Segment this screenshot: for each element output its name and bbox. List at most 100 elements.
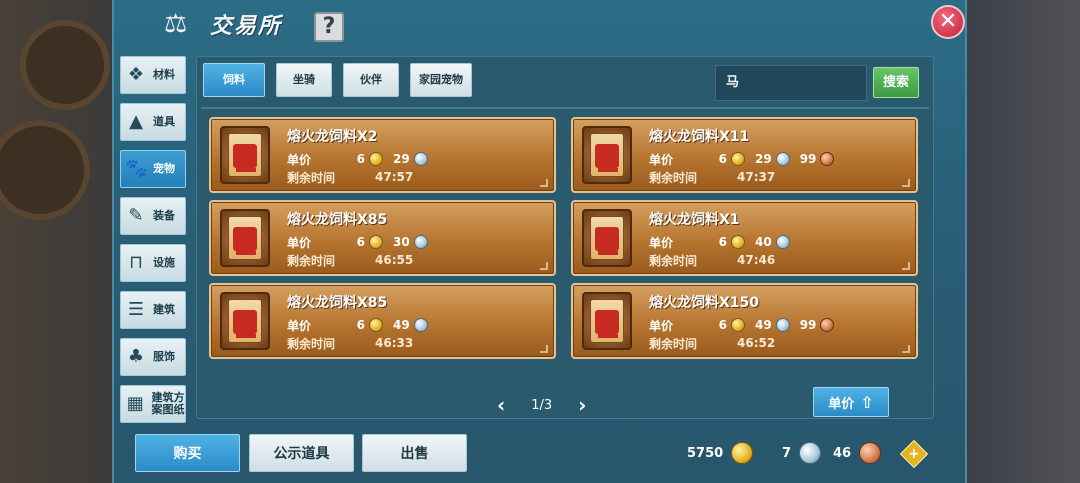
copper-balance: 46 (833, 442, 882, 464)
listing-card[interactable]: 熔火龙饲料X2 单价 6 29 剩余时间 47:57 (209, 117, 556, 193)
price-row: 单价 6 30 (287, 233, 428, 251)
next-page-icon[interactable]: › (578, 393, 586, 417)
tab-partner[interactable]: 伙伴 (343, 63, 399, 97)
item-name: 熔火龙饲料X1 (649, 212, 740, 228)
sidebar-item-label: 道具 (153, 115, 175, 128)
corner-mark (902, 179, 910, 187)
feed-bag-icon (582, 126, 632, 184)
feed-bag-icon (220, 126, 270, 184)
sort-by-price-button[interactable]: 单价 ⇧ (813, 387, 889, 417)
price-label: 单价 (649, 152, 674, 167)
sidebar-item-building[interactable]: ☰ 建筑 (120, 291, 186, 329)
prev-page-icon[interactable]: ‹ (497, 393, 505, 417)
silver-amount: 49 (393, 318, 410, 332)
silver-coin-icon (799, 442, 822, 464)
gold-amount: 6 (718, 318, 727, 332)
pagination: ‹ 1/3 › (497, 393, 586, 417)
listing-card[interactable]: 熔火龙饲料X11 单价 6 29 99 剩余时间 47:37 (571, 117, 918, 193)
corner-mark (540, 345, 548, 353)
background-wheel (20, 20, 110, 110)
add-currency-button[interactable]: + (899, 439, 929, 469)
silver-amount: 29 (755, 152, 772, 166)
sidebar-item-facility[interactable]: ⊓ 设施 (120, 244, 186, 282)
listing-card[interactable]: 熔火龙饲料X85 单价 6 49 剩余时间 46:33 (209, 283, 556, 359)
copper-balance-amount: 46 (833, 445, 852, 461)
item-name: 熔火龙饲料X85 (287, 212, 388, 228)
sidebar-item-equipment[interactable]: ✎ 装备 (120, 197, 186, 235)
listing-card[interactable]: 熔火龙饲料X150 单价 6 49 99 剩余时间 46:52 (571, 283, 918, 359)
sidebar-item-props[interactable]: ▲ 道具 (120, 103, 186, 141)
gold-coin-icon (731, 152, 745, 166)
remaining-time: 47:46 (737, 253, 776, 267)
sidebar-item-label: 宠物 (153, 162, 175, 175)
sidebar-item-blueprint[interactable]: ▦ 建筑方案图纸 (120, 385, 186, 423)
price-label: 单价 (649, 235, 674, 250)
gold-coin-icon (369, 235, 383, 249)
sidebar-item-materials[interactable]: ❖ 材料 (120, 56, 186, 94)
time-row: 剩余时间 46:55 (287, 252, 413, 268)
equipment-icon: ✎ (128, 205, 144, 226)
building-icon: ☰ (127, 299, 145, 320)
divider (201, 107, 929, 109)
remaining-time: 46:55 (375, 253, 414, 267)
time-row: 剩余时间 46:52 (649, 335, 775, 351)
silver-coin-icon (775, 152, 790, 166)
close-button[interactable]: ✕ (931, 5, 965, 39)
time-label: 剩余时间 (287, 253, 336, 268)
listing-card[interactable]: 熔火龙饲料X85 单价 6 30 剩余时间 46:55 (209, 200, 556, 276)
item-name: 熔火龙饲料X85 (287, 295, 388, 311)
bottom-bar: 购买 公示道具 出售 5750 7 46 + (112, 424, 967, 483)
gold-coin-icon (731, 235, 745, 249)
price-row: 单价 6 29 99 (649, 150, 835, 168)
tab-home-pet[interactable]: 家园宠物 (410, 63, 472, 97)
sidebar-item-label: 材料 (153, 68, 175, 81)
gold-amount: 6 (718, 152, 727, 166)
feed-bag-icon (220, 209, 270, 267)
corner-mark (902, 345, 910, 353)
public-items-button[interactable]: 公示道具 (249, 434, 354, 472)
price-row: 单价 6 49 (287, 316, 428, 334)
gold-coin-icon (369, 318, 383, 332)
copper-amount: 99 (799, 152, 817, 166)
feed-bag-icon (220, 292, 270, 350)
price-label: 单价 (287, 235, 312, 250)
silver-coin-icon (413, 318, 428, 332)
price-row: 单价 6 49 99 (649, 316, 835, 334)
copper-coin-icon (820, 318, 835, 332)
gold-amount: 6 (356, 152, 365, 166)
background-right-scenery (965, 0, 1080, 483)
sidebar-item-clothing[interactable]: ♣ 服饰 (120, 338, 186, 376)
price-label: 单价 (287, 152, 312, 167)
listing-card[interactable]: 熔火龙饲料X1 单价 6 40 剩余时间 47:46 (571, 200, 918, 276)
feed-bag-icon (582, 209, 632, 267)
silver-amount: 40 (755, 235, 772, 249)
search-button[interactable]: 搜索 (873, 67, 919, 98)
game-background: ⚖ 交易所 ? ✕ ❖ 材料 ▲ 道具 🐾 宠物 ✎ 装备 ⊓ 设施 ☰ 建筑 (0, 0, 1080, 483)
sell-button[interactable]: 出售 (362, 434, 467, 472)
silver-coin-icon (775, 235, 790, 249)
time-row: 剩余时间 47:46 (649, 252, 775, 268)
search-input[interactable]: 马 (715, 65, 867, 101)
buy-button[interactable]: 购买 (135, 434, 240, 472)
sidebar-item-pets[interactable]: 🐾 宠物 (120, 150, 186, 188)
silver-amount: 30 (393, 235, 410, 249)
panel-header: ⚖ 交易所 (164, 6, 282, 42)
time-row: 剩余时间 47:37 (649, 169, 775, 185)
time-row: 剩余时间 46:33 (287, 335, 413, 351)
help-button[interactable]: ? (314, 12, 344, 42)
tab-feed[interactable]: 饲料 (203, 63, 265, 97)
scale-icon: ⚖ (164, 9, 188, 39)
sidebar-item-label: 设施 (153, 256, 175, 269)
clothing-icon: ♣ (127, 346, 145, 367)
item-name: 熔火龙饲料X150 (649, 295, 760, 311)
sidebar-item-label: 建筑方案图纸 (151, 391, 185, 416)
remaining-time: 47:37 (737, 170, 776, 184)
facility-icon: ⊓ (128, 252, 144, 273)
arrow-up-icon: ⇧ (860, 392, 874, 412)
sidebar-item-label: 装备 (153, 209, 175, 222)
silver-balance: 7 (782, 442, 822, 464)
corner-mark (540, 179, 548, 187)
page-title: 交易所 (210, 14, 283, 39)
tab-mount[interactable]: 坐骑 (276, 63, 332, 97)
gold-balance-amount: 5750 (687, 445, 724, 461)
